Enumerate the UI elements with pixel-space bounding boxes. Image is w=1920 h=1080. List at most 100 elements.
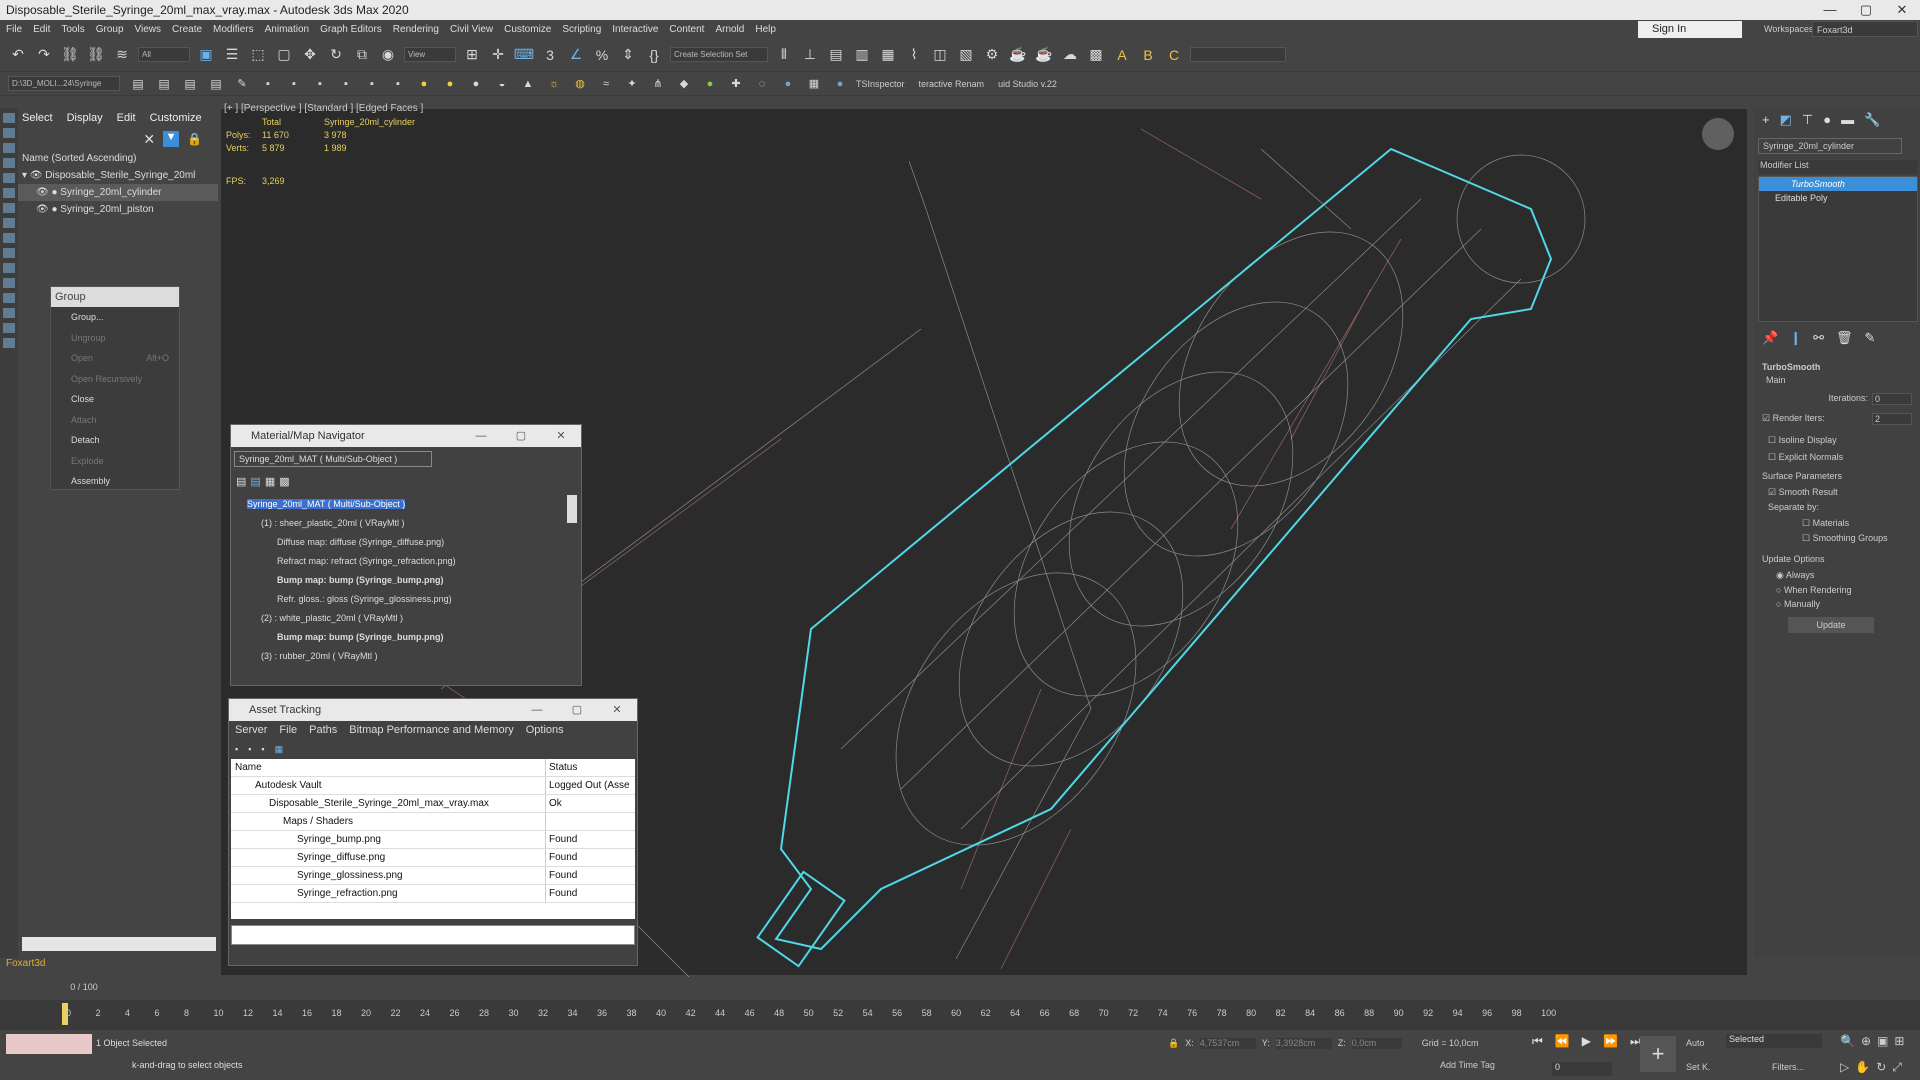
tool-strip-icon[interactable] — [3, 143, 15, 153]
menu-group[interactable]: Group — [96, 24, 124, 35]
zoom-extents-icon[interactable]: ▣ — [1877, 1034, 1888, 1048]
key-filters-button[interactable]: Filters... — [1772, 1062, 1804, 1072]
tool-j-icon[interactable]: ● — [830, 74, 850, 94]
cone-icon[interactable]: ▲ — [518, 74, 538, 94]
field-of-view-icon[interactable]: ▷ — [1840, 1060, 1849, 1075]
tool-strip-icon[interactable] — [3, 308, 15, 318]
menu-create[interactable]: Create — [172, 24, 202, 35]
render-setup-icon[interactable]: ▧ — [956, 45, 976, 65]
asset-col-name[interactable]: Name — [231, 759, 546, 776]
current-frame-field[interactable]: 0 — [1552, 1062, 1612, 1076]
smoothing-groups-checkbox[interactable]: ☐ Smoothing Groups — [1762, 533, 1912, 544]
render-production-icon[interactable]: ☕ — [1008, 45, 1028, 65]
maxscript-listener[interactable] — [6, 1034, 92, 1054]
menu-civil-view[interactable]: Civil View — [450, 24, 493, 35]
explorer-tab-select[interactable]: Select — [22, 112, 53, 124]
tool-strip-icon[interactable] — [3, 248, 15, 258]
view-small-icons-icon[interactable]: ▦ — [265, 475, 275, 488]
unlink-icon[interactable]: ⛓ — [86, 45, 106, 65]
render-frame-icon[interactable]: ⚙ — [982, 45, 1002, 65]
add-time-tag[interactable]: Add Time Tag — [1440, 1060, 1495, 1070]
tool-a-icon[interactable]: ▪ — [258, 74, 278, 94]
view-list-icon[interactable]: ▤ — [236, 475, 246, 488]
clear-filter-icon[interactable]: ✕ — [143, 131, 155, 148]
zoom-extents-all-icon[interactable]: ⊞ — [1894, 1034, 1904, 1048]
table-row[interactable]: Autodesk Vault Logged Out (Asse — [231, 777, 635, 795]
material-name-field[interactable]: Syringe_20ml_MAT ( Multi/Sub-Object ) — [234, 451, 432, 467]
sign-in-dropdown[interactable]: Sign In — [1638, 21, 1742, 38]
layer-explorer-icon[interactable]: ▤ — [826, 45, 846, 65]
explorer-column-header[interactable]: Name (Sorted Ascending) — [18, 150, 218, 167]
explorer-tab-customize[interactable]: Customize — [150, 112, 202, 124]
align-icon[interactable]: ⊥ — [800, 45, 820, 65]
angle-snap-icon[interactable]: ∠ — [566, 45, 586, 65]
table-row[interactable]: Syringe_diffuse.png Found — [231, 849, 635, 867]
hierarchy-tab-icon[interactable]: ⊤ — [1802, 112, 1813, 128]
link-icon[interactable]: ⛓ — [60, 45, 80, 65]
plane-icon[interactable]: ⋔ — [648, 74, 668, 94]
lock-icon[interactable]: 🔒 — [187, 132, 202, 146]
z-coordinate-field[interactable]: 0,0cm — [1351, 1038, 1402, 1049]
menu-modifiers[interactable]: Modifiers — [213, 24, 254, 35]
project-open-icon[interactable]: ▤ — [154, 74, 174, 94]
material-tree-row[interactable]: Diffuse map: diffuse (Syringe_diffuse.pn… — [237, 533, 567, 552]
iterations-spinner[interactable]: 0 — [1872, 393, 1912, 405]
create-tab-icon[interactable]: + — [1762, 112, 1770, 128]
dome-icon[interactable]: ◒ — [492, 74, 512, 94]
asset-tool-icon[interactable]: ▪ — [248, 744, 251, 754]
proxy-icon[interactable]: ✦ — [622, 74, 642, 94]
display-tab-icon[interactable]: ▬ — [1841, 112, 1854, 128]
tool-strip-icon[interactable] — [3, 113, 15, 123]
configure-sets-icon[interactable]: ✎ — [1865, 330, 1876, 346]
instancer-icon[interactable]: ● — [700, 74, 720, 94]
tool-d-icon[interactable]: ▪ — [336, 74, 356, 94]
scatter-icon[interactable]: ✚ — [726, 74, 746, 94]
render-iters-checkbox[interactable]: ☑ Render Iters: — [1762, 413, 1825, 425]
reference-coordinate-dropdown[interactable]: View — [404, 47, 456, 62]
material-tree-row[interactable]: (1) : sheer_plastic_20ml ( VRayMtl ) — [237, 514, 567, 533]
material-tree-row[interactable]: Refr. gloss.: gloss (Syringe_glossiness.… — [237, 590, 567, 609]
select-object-icon[interactable]: ▣ — [196, 45, 216, 65]
tool-h-icon[interactable]: ● — [778, 74, 798, 94]
fluid-studio-button[interactable]: uid Studio v.22 — [998, 79, 1057, 89]
material-editor-icon[interactable]: ◫ — [930, 45, 950, 65]
maximize-icon[interactable]: ▢ — [557, 699, 597, 721]
place-icon[interactable]: ◉ — [378, 45, 398, 65]
rollout-title[interactable]: TurboSmooth — [1762, 362, 1912, 372]
tool-i-icon[interactable]: ▦ — [804, 74, 824, 94]
menu-file[interactable]: File — [6, 24, 22, 35]
minimize-icon[interactable]: — — [461, 425, 501, 447]
selection-lock-icon[interactable]: 🔒 — [1168, 1038, 1179, 1049]
selection-filter-dropdown[interactable]: All — [138, 47, 190, 62]
material-tree-scrollbar[interactable] — [567, 495, 577, 523]
explorer-tab-edit[interactable]: Edit — [117, 112, 136, 124]
set-key-button[interactable]: Set K. — [1686, 1062, 1711, 1072]
undo-icon[interactable]: ↶ — [8, 45, 28, 65]
tool-strip-icon[interactable] — [3, 233, 15, 243]
render-cloud-icon[interactable]: ☁ — [1060, 45, 1080, 65]
time-slider[interactable]: 0 2 4 6 8 10 12 14 16 18 20 22 24 26 28 30 32 34 36 38 40 42 4… — [0, 1000, 1920, 1030]
edit-named-selection-icon[interactable]: {} — [644, 45, 664, 65]
asset-menu-options[interactable]: Options — [526, 724, 564, 736]
menu-rendering[interactable]: Rendering — [393, 24, 439, 35]
tsinspector-button[interactable]: TSInspector — [856, 79, 905, 89]
render-iterative-icon[interactable]: ☕ — [1034, 45, 1054, 65]
stack-item-editable-poly[interactable]: Editable Poly — [1759, 191, 1917, 205]
tool-g-icon[interactable]: ◌ — [752, 74, 772, 94]
make-unique-icon[interactable]: ⚯ — [1813, 330, 1824, 346]
asset-tool-icon[interactable]: ▪ — [235, 744, 238, 754]
previous-frame-icon[interactable]: ⏪ — [1555, 1034, 1570, 1049]
pin-stack-icon[interactable]: 📌 — [1762, 330, 1778, 346]
tree-item-group[interactable]: ▾ 👁 Disposable_Sterile_Syringe_20ml — [18, 167, 218, 184]
rectangular-selection-icon[interactable]: ⬚ — [248, 45, 268, 65]
minimize-button[interactable]: — — [1812, 0, 1848, 20]
asset-tool-icon[interactable]: ▦ — [275, 744, 284, 755]
redo-icon[interactable]: ↷ — [34, 45, 54, 65]
window-crossing-icon[interactable]: ▢ — [274, 45, 294, 65]
sun-icon[interactable]: ☼ — [544, 74, 564, 94]
close-menu-item[interactable]: Close — [51, 389, 179, 410]
project-settings-icon[interactable]: ▤ — [206, 74, 226, 94]
text-a-icon[interactable]: A — [1112, 45, 1132, 65]
menu-content[interactable]: Content — [669, 24, 704, 35]
cloud-icon[interactable]: ● — [440, 74, 460, 94]
